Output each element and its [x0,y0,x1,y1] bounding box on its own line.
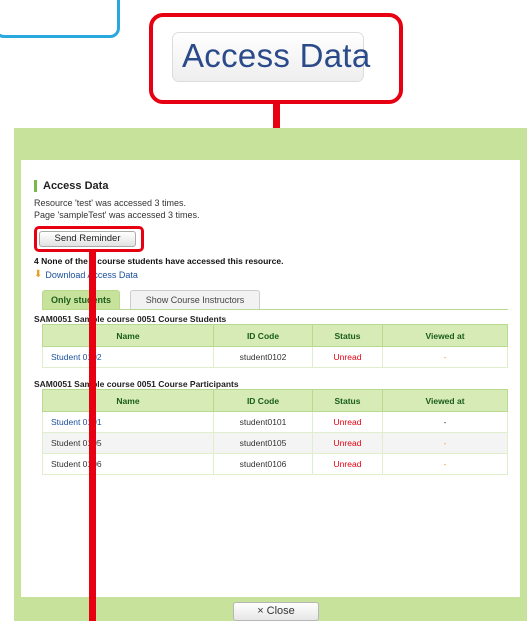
table-row: Student 0106 student0106 Unread - [42,453,508,475]
table-header-row: Name ID Code Status Viewed at [42,389,508,412]
student-id-code: student0105 [213,432,313,454]
participants-table: Name ID Code Status Viewed at Student 01… [42,389,508,475]
table-header-row: Name ID Code Status Viewed at [42,324,508,347]
zoom-callout: Access Data [149,13,403,104]
reminder-pointer-line [89,252,96,621]
download-icon: ⬇ [34,269,43,280]
col-name: Name [42,389,214,412]
viewed-at-cell: - [382,432,508,454]
student-name-link[interactable]: Student 0102 [42,346,214,368]
col-status: Status [312,324,383,347]
group-title-students: SAM0051 Sample course 0051 Course Studen… [34,314,227,324]
tab-underline [42,309,508,310]
student-id-code: student0102 [213,346,313,368]
resource-access-line: Resource 'test' was accessed 3 times. [34,198,186,208]
close-button[interactable]: × Close [233,602,319,621]
send-reminder-button[interactable]: Send Reminder [39,231,136,247]
status-cell: Unread [312,346,383,368]
dialog-content: Access Data Resource 'test' was accessed… [34,180,508,475]
student-id-code: student0101 [213,411,313,433]
section-title: Access Data [34,180,508,192]
viewed-at-cell: - [382,453,508,475]
viewed-at-cell: - [382,346,508,368]
reminder-highlight: Send Reminder [34,226,144,252]
col-id-code: ID Code [213,389,313,412]
col-status: Status [312,389,383,412]
status-cell: Unread [312,432,383,454]
student-name: Student 0106 [42,453,214,475]
status-cell: Unread [312,453,383,475]
student-name: Student 0105 [42,432,214,454]
table-row: Student 0105 student0105 Unread - [42,432,508,454]
section-title-text: Access Data [43,180,109,192]
status-cell: Unread [312,411,383,433]
student-name-link[interactable]: Student 0101 [42,411,214,433]
col-viewed-at: Viewed at [382,389,508,412]
col-id-code: ID Code [213,324,313,347]
col-viewed-at: Viewed at [382,324,508,347]
download-access-data-link[interactable]: ⬇ Download Access Data [34,269,138,280]
table-row: Student 0102 student0102 Unread - [42,346,508,368]
table-row: Student 0101 student0101 Unread - [42,411,508,433]
group-title-participants: SAM0051 Sample course 0051 Course Partic… [34,379,239,389]
tab-only-students[interactable]: Only students [42,290,120,310]
tab-show-course-instructors[interactable]: Show Course Instructors [130,290,260,310]
title-accent-bar [34,180,37,192]
access-summary: 4 None of the 4 course students have acc… [34,256,284,266]
zoomed-access-data-label: Access Data [182,37,371,74]
viewed-at-cell: - [382,411,508,433]
student-id-code: student0106 [213,453,313,475]
col-name: Name [42,324,214,347]
blue-frame-fragment [0,0,120,38]
students-table: Name ID Code Status Viewed at Student 01… [42,324,508,368]
page-access-line: Page 'sampleTest' was accessed 3 times. [34,210,200,220]
tab-bar: Only students Show Course Instructors [42,290,508,310]
